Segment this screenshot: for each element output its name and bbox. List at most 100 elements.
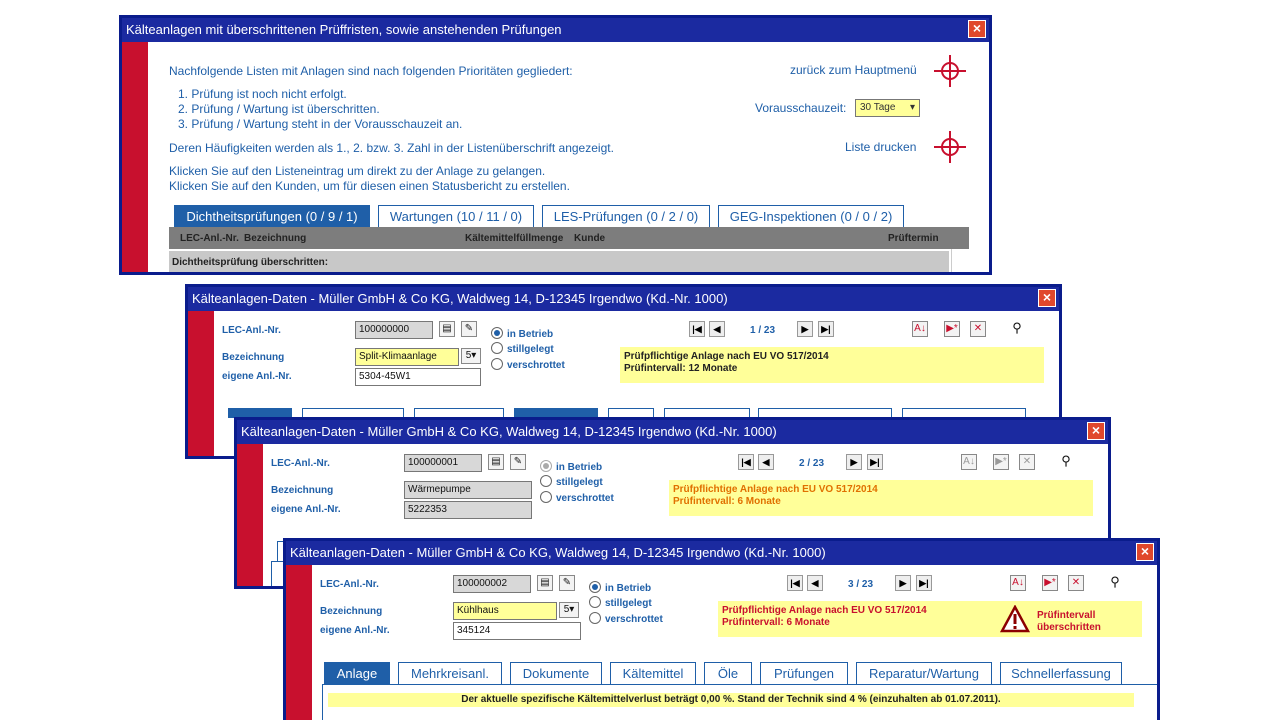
radio-stillgelegt[interactable] xyxy=(540,475,552,487)
book-icon[interactable]: ▤ xyxy=(488,454,504,470)
next-record-icon[interactable]: ▶ xyxy=(895,575,911,591)
radio-label: in Betrieb xyxy=(507,329,554,340)
eigene-field[interactable]: 345124 xyxy=(453,622,581,640)
close-icon[interactable]: × xyxy=(1038,289,1056,307)
dropdown-icon[interactable]: 5▾ xyxy=(559,602,579,618)
radio-in-betrieb[interactable] xyxy=(491,327,503,339)
binoculars-icon[interactable]: ⚲ xyxy=(1058,454,1074,470)
dropdown-icon[interactable]: 5▾ xyxy=(461,348,481,364)
tab-anlage[interactable]: Anlage xyxy=(324,662,390,684)
prev-record-icon[interactable]: ◀ xyxy=(758,454,774,470)
bezeichnung-field[interactable]: Wärmepumpe xyxy=(404,481,532,499)
radio-stillgelegt[interactable] xyxy=(589,596,601,608)
radio-verschrottet[interactable] xyxy=(589,612,601,624)
label-bezeichnung: Bezeichnung xyxy=(271,485,334,496)
lec-field[interactable]: 100000000 xyxy=(355,321,433,339)
radio-label: stillgelegt xyxy=(556,477,603,488)
radio-in-betrieb[interactable] xyxy=(589,581,601,593)
print-list-link[interactable]: Liste drucken xyxy=(845,140,916,154)
edit-icon[interactable]: ✎ xyxy=(559,575,575,591)
new-record-icon[interactable]: ▶* xyxy=(944,321,960,337)
close-icon[interactable]: × xyxy=(1087,422,1105,440)
first-record-icon[interactable]: |◀ xyxy=(738,454,754,470)
book-icon[interactable]: ▤ xyxy=(439,321,455,337)
bezeichnung-field[interactable]: Kühlhaus xyxy=(453,602,557,620)
intro-text: Nachfolgende Listen mit Anlagen sind nac… xyxy=(169,64,573,78)
sort-icon[interactable]: A↓ xyxy=(912,321,928,337)
table-scrollbar[interactable] xyxy=(951,249,970,272)
radio-label: in Betrieb xyxy=(556,462,603,473)
label-lec: LEC-Anl.-Nr. xyxy=(320,579,379,590)
first-record-icon[interactable]: |◀ xyxy=(689,321,705,337)
tab-oele[interactable]: Öle xyxy=(704,662,752,684)
record-counter: 1 / 23 xyxy=(750,325,776,336)
close-icon[interactable]: × xyxy=(968,20,986,38)
preview-select[interactable]: 30 Tage ▾ xyxy=(855,99,920,117)
prev-record-icon[interactable]: ◀ xyxy=(807,575,823,591)
priority-item-2: 2. Prüfung / Wartung ist überschritten. xyxy=(178,102,380,116)
radio-verschrottet[interactable] xyxy=(540,491,552,503)
refrigerant-loss-info: Der aktuelle spezifische Kältemittelverl… xyxy=(328,693,1134,707)
bezeichnung-field[interactable]: Split-Klimaanlage xyxy=(355,348,459,366)
warning-line-1: Prüfintervall xyxy=(1037,610,1096,621)
tab-kaeltemittel[interactable]: Kältemittel xyxy=(610,662,696,684)
tab-schnellerfassung[interactable]: Schnellerfassung xyxy=(1000,662,1122,684)
col-kaeltemittel: Kältemittelfüllmenge xyxy=(465,233,564,244)
tab-dichtheitspruefungen[interactable]: Dichtheitsprüfungen (0 / 9 / 1) xyxy=(174,205,370,227)
radio-label: verschrottet xyxy=(605,614,663,625)
click-hint-2: Klicken Sie auf den Kunden, um für diese… xyxy=(169,179,570,193)
tab-wartungen[interactable]: Wartungen (10 / 11 / 0) xyxy=(378,205,534,227)
next-record-icon[interactable]: ▶ xyxy=(797,321,813,337)
radio-label: verschrottet xyxy=(556,493,614,504)
eigene-field[interactable]: 5222353 xyxy=(404,501,532,519)
last-record-icon[interactable]: ▶| xyxy=(818,321,834,337)
new-record-icon[interactable]: ▶* xyxy=(993,454,1009,470)
click-hint-1: Klicken Sie auf den Listeneintrag um dir… xyxy=(169,164,546,178)
delete-record-icon[interactable]: ✕ xyxy=(970,321,986,337)
edit-icon[interactable]: ✎ xyxy=(461,321,477,337)
tab-pruefungen[interactable]: Prüfungen xyxy=(760,662,848,684)
detail-title-2: Kälteanlagen-Daten - Müller GmbH & Co KG… xyxy=(237,420,1108,444)
crosshair-icon[interactable] xyxy=(934,131,966,163)
col-prueftermin: Prüftermin xyxy=(888,233,939,244)
label-eigene: eigene Anl.-Nr. xyxy=(320,625,390,636)
radio-label: verschrottet xyxy=(507,360,565,371)
crosshair-icon[interactable] xyxy=(934,55,966,87)
binoculars-icon[interactable]: ⚲ xyxy=(1107,575,1123,591)
last-record-icon[interactable]: ▶| xyxy=(867,454,883,470)
note-line-2: Prüfintervall: 6 Monate xyxy=(673,496,781,507)
legal-note: Prüfpflichtige Anlage nach EU VO 517/201… xyxy=(669,480,1093,516)
last-record-icon[interactable]: ▶| xyxy=(916,575,932,591)
radio-verschrottet[interactable] xyxy=(491,358,503,370)
eigene-field[interactable]: 5304-45W1 xyxy=(355,368,481,386)
book-icon[interactable]: ▤ xyxy=(537,575,553,591)
first-record-icon[interactable]: |◀ xyxy=(787,575,803,591)
lec-field[interactable]: 100000001 xyxy=(404,454,482,472)
back-to-menu-link[interactable]: zurück zum Hauptmenü xyxy=(790,63,917,77)
prev-record-icon[interactable]: ◀ xyxy=(709,321,725,337)
close-icon[interactable]: × xyxy=(1136,543,1154,561)
red-sidebar xyxy=(188,311,214,456)
new-record-icon[interactable]: ▶* xyxy=(1042,575,1058,591)
radio-stillgelegt[interactable] xyxy=(491,342,503,354)
tab-les-pruefungen[interactable]: LES-Prüfungen (0 / 2 / 0) xyxy=(542,205,710,227)
delete-record-icon[interactable]: ✕ xyxy=(1068,575,1084,591)
radio-in-betrieb[interactable] xyxy=(540,460,552,472)
lec-field[interactable]: 100000002 xyxy=(453,575,531,593)
detail-window-3: Kälteanlagen-Daten - Müller GmbH & Co KG… xyxy=(283,538,1160,720)
red-sidebar xyxy=(122,42,148,272)
red-sidebar xyxy=(286,565,312,720)
tab-mehrkreisanl[interactable]: Mehrkreisanl. xyxy=(398,662,502,684)
tab-reparatur-wartung[interactable]: Reparatur/Wartung xyxy=(856,662,992,684)
delete-record-icon[interactable]: ✕ xyxy=(1019,454,1035,470)
detail-title-1: Kälteanlagen-Daten - Müller GmbH & Co KG… xyxy=(188,287,1059,311)
sort-icon[interactable]: A↓ xyxy=(1010,575,1026,591)
edit-icon[interactable]: ✎ xyxy=(510,454,526,470)
tab-dokumente[interactable]: Dokumente xyxy=(510,662,602,684)
warning-line-2: überschritten xyxy=(1037,622,1101,633)
binoculars-icon[interactable]: ⚲ xyxy=(1009,321,1025,337)
next-record-icon[interactable]: ▶ xyxy=(846,454,862,470)
sort-icon[interactable]: A↓ xyxy=(961,454,977,470)
col-lec: LEC-Anl.-Nr. xyxy=(180,233,239,244)
tab-geg-inspektionen[interactable]: GEG-Inspektionen (0 / 0 / 2) xyxy=(718,205,904,227)
